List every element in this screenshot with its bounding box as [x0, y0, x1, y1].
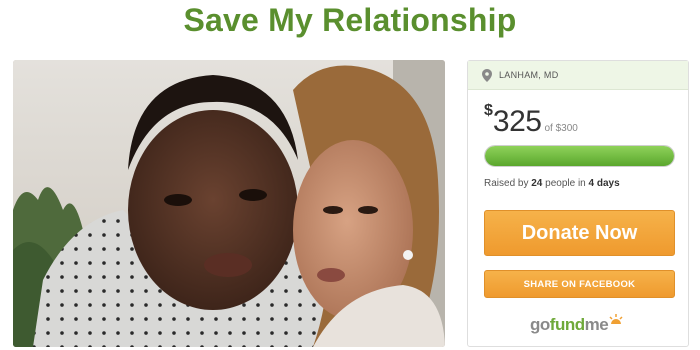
raised-by-text: Raised by 24 people in 4 days — [484, 178, 620, 189]
donate-now-button[interactable]: Donate Now — [484, 210, 675, 256]
days-count: 4 days — [588, 178, 620, 189]
gofundme-logo[interactable]: gofundme — [530, 311, 630, 337]
location-text: LANHAM, MD — [499, 70, 559, 80]
raised-amount-row: $ 325 of $300 — [484, 99, 578, 139]
donor-count: 24 — [531, 178, 543, 189]
currency-symbol: $ — [484, 102, 493, 119]
map-pin-icon — [482, 68, 492, 82]
logo-go: go — [530, 315, 550, 334]
raised-by-prefix: Raised by — [484, 178, 532, 189]
logo-me: me — [584, 315, 609, 334]
raised-amount: 325 — [492, 105, 542, 138]
donation-card: LANHAM, MD $ 325 of $300 Raised by 24 pe… — [467, 60, 689, 347]
sun-icon — [608, 311, 624, 329]
progress-bar — [484, 145, 675, 167]
logo-fund: fund — [549, 315, 585, 334]
progress-fill — [485, 146, 674, 166]
raised-by-middle: people in — [542, 178, 589, 189]
share-on-facebook-button[interactable]: SHARE ON FACEBOOK — [484, 270, 675, 298]
campaign-photo — [13, 60, 445, 347]
location-bar: LANHAM, MD — [468, 61, 688, 90]
goal-text: of $300 — [544, 123, 578, 134]
page-title: Save My Relationship — [183, 2, 517, 38]
